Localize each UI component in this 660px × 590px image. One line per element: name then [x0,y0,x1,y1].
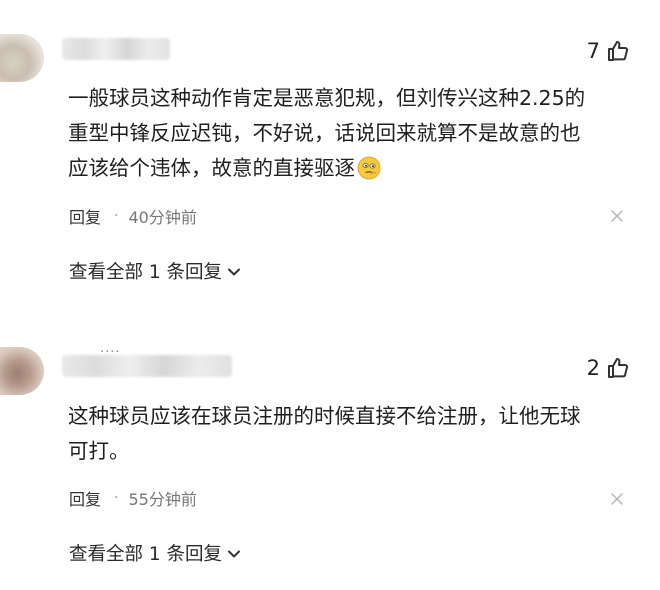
chevron-down-icon [227,261,241,282]
comment-line: 这种球员应该在球员注册的时候直接不给注册，让他无球 [68,404,581,428]
meta-separator: · [114,208,119,224]
comment-line: 应该给个违体，故意的直接驱逐 [68,156,355,180]
view-replies-label: 查看全部 1 条回复 [69,544,223,565]
comment-line: 可打。 [68,439,130,463]
like-count: 7 [586,39,600,63]
close-icon[interactable] [610,208,624,222]
reply-button[interactable]: 回复 [69,204,101,228]
username-dots: ···· [100,345,121,360]
comment-meta: 回复 · 55分钟前 [69,486,197,510]
comment-item: ···· 2 这种球员应该在球员注册的时候直接不给注册，让他无球 可打。 回复 ·… [0,335,660,590]
like-count: 2 [586,356,600,380]
comment-item: 7 一般球员这种动作肯定是恶意犯规，但刘传兴这种2.25的 重型中锋反应迟钝，不好… [0,0,660,300]
close-icon[interactable] [610,491,624,505]
meta-separator: · [114,490,119,506]
comment-line: 一般球员这种动作肯定是恶意犯规，但刘传兴这种2.25的 [68,86,586,110]
comment-meta: 回复 · 40分钟前 [69,204,197,228]
username-blurred[interactable] [62,355,232,377]
avatar[interactable] [0,34,44,82]
view-replies-button[interactable]: 查看全部 1 条回复 [69,258,241,284]
comment-timestamp: 40分钟前 [128,208,197,227]
comment-timestamp: 55分钟前 [128,490,197,509]
thumbs-up-icon [606,356,630,380]
comment-text: 一般球员这种动作肯定是恶意犯规，但刘传兴这种2.25的 重型中锋反应迟钝，不好说，… [68,81,643,191]
thumbs-up-icon [606,39,630,63]
like-button[interactable]: 2 [587,355,630,381]
comment-line: 重型中锋反应迟钝，不好说，话说回来就算不是故意的也 [68,121,581,145]
username-blurred[interactable] [62,38,170,60]
chevron-down-icon [227,543,241,564]
like-button[interactable]: 7 [587,38,630,64]
reply-button[interactable]: 回复 [69,486,101,510]
comment-text: 这种球员应该在球员注册的时候直接不给注册，让他无球 可打。 [68,399,643,469]
view-replies-button[interactable]: 查看全部 1 条回复 [69,540,241,566]
thinking-face-icon [357,156,381,191]
avatar[interactable] [0,347,44,395]
view-replies-label: 查看全部 1 条回复 [69,262,223,283]
